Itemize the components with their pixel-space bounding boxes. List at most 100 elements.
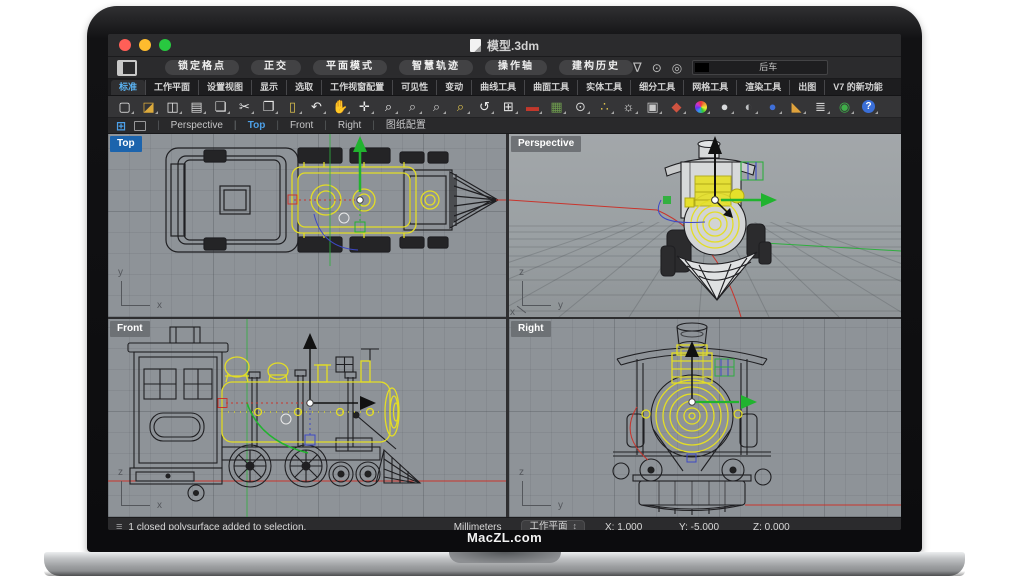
undo-view-change-icon[interactable]: ↺ [473, 98, 496, 116]
open-file-icon[interactable]: ◪ [137, 98, 160, 116]
zoom-selected-icon[interactable]: ⌕ [401, 98, 424, 116]
rendered-viewport-icon[interactable]: ● [761, 98, 784, 116]
orient-icon[interactable]: ∴ [593, 98, 616, 116]
tab-render-tools[interactable]: 渲染工具 [736, 80, 789, 95]
viewport-tab-right[interactable]: Right [313, 121, 361, 131]
viewport-tab-layout[interactable]: 图纸配置 [361, 121, 426, 131]
four-viewport-layout-icon[interactable]: ⊞ [116, 120, 126, 132]
gumball [218, 333, 376, 453]
help-icon[interactable]: ? [857, 98, 880, 116]
tab-viewport-layout[interactable]: 工作视窗配置 [321, 80, 392, 95]
toggle-grid-snap[interactable]: 锁定格点 [165, 60, 239, 75]
viewport-tab-perspective[interactable]: Perspective [146, 121, 223, 131]
save-icon[interactable]: ◫ [161, 98, 184, 116]
minimize-button[interactable] [139, 39, 151, 51]
zoom-button[interactable] [159, 39, 171, 51]
tab-set-view[interactable]: 设置视图 [198, 80, 251, 95]
axis-gizmo: z y x [522, 281, 551, 306]
lock-icon[interactable]: ▣ [641, 98, 664, 116]
background-map-icon[interactable]: ▦ [545, 98, 568, 116]
mode-bar: 锁定格点正交平面模式智慧轨迹操作轴建构历史 ∇ ⊙ ◎ 后车 [108, 57, 901, 79]
ghosted-viewport-icon[interactable]: ◐ [737, 98, 760, 116]
units-label[interactable]: Millimeters [454, 522, 502, 531]
viewport-tab-top[interactable]: Top [223, 121, 265, 131]
tab-drafting[interactable]: 出图 [789, 80, 824, 95]
new-file-icon[interactable]: ▢ [113, 98, 136, 116]
single-viewport-icon[interactable] [134, 121, 146, 131]
viewport-front[interactable]: Front [108, 319, 506, 517]
base-notch [449, 552, 561, 563]
shaded-viewport-icon[interactable]: ● [713, 98, 736, 116]
object-properties-icon[interactable]: ≣ [809, 98, 832, 116]
undo-icon[interactable]: ↶ [305, 98, 328, 116]
laptop-lid: 模型.3dm 锁定格点正交平面模式智慧轨迹操作轴建构历史 ∇ ⊙ ◎ 后车 标准… [87, 6, 922, 552]
record-history-icon[interactable]: ⊙ [652, 62, 662, 74]
viewport-right-badge[interactable]: Right [511, 321, 551, 337]
tab-mesh-tools[interactable]: 网格工具 [683, 80, 736, 95]
viewport-top-badge[interactable]: Top [110, 136, 142, 152]
axis-label-h: x [157, 301, 162, 311]
toggle-history[interactable]: 建构历史 [559, 60, 633, 75]
viewport-tab-front[interactable]: Front [265, 121, 313, 131]
tab-standard[interactable]: 标准 [111, 80, 145, 95]
pan-icon[interactable]: ✋ [329, 98, 352, 116]
tab-select[interactable]: 选取 [286, 80, 321, 95]
toggle-ortho[interactable]: 正交 [251, 60, 301, 75]
command-history-icon[interactable]: ≡ [116, 522, 122, 531]
toggle-planar[interactable]: 平面模式 [313, 60, 387, 75]
viewport-perspective-badge[interactable]: Perspective [511, 136, 581, 152]
tab-new-in-v7[interactable]: V7 的新功能 [824, 80, 891, 95]
viewport-right[interactable]: Right [509, 319, 901, 517]
viewport-top[interactable]: Top [108, 134, 506, 317]
close-button[interactable] [119, 39, 131, 51]
tab-visibility[interactable]: 可见性 [392, 80, 436, 95]
copy-icon[interactable]: ❐ [257, 98, 280, 116]
toggle-smart-track[interactable]: 智慧轨迹 [399, 60, 473, 75]
paste-icon[interactable]: ▯ [281, 98, 304, 116]
light-icon[interactable]: ☼ [617, 98, 640, 116]
field-color-swatch [695, 63, 709, 72]
tab-subd-tools[interactable]: 细分工具 [630, 80, 683, 95]
toggle-gumball[interactable]: 操作轴 [485, 60, 547, 75]
axis-gizmo: z x [121, 481, 150, 506]
named-view-icon[interactable]: ▬ [521, 98, 544, 116]
zoom-dynamic-icon[interactable]: ⌕ [377, 98, 400, 116]
left-panel-toggle-icon[interactable] [117, 60, 137, 76]
globe-icon[interactable]: ◉ [833, 98, 856, 116]
tab-display[interactable]: 显示 [251, 80, 286, 95]
axis-label-v: z [519, 268, 524, 278]
laptop-base [44, 552, 965, 576]
coord-z: Z: 0.000 [753, 522, 807, 531]
zoom-window-icon[interactable]: ⌕ [425, 98, 448, 116]
tab-curve-tools[interactable]: 曲线工具 [471, 80, 524, 95]
spotlight-icon[interactable]: ◣ [785, 98, 808, 116]
command-field-value: 后车 [709, 63, 827, 72]
locomotive-top-wireframe [166, 148, 498, 252]
tool-tab-bar: 标准工作平面设置视图显示选取工作视窗配置可见性变动曲线工具曲面工具实体工具细分工… [108, 79, 901, 96]
viewport-tab-bar: ⊞ PerspectiveTopFrontRight图纸配置 [108, 118, 901, 134]
viewport-front-badge[interactable]: Front [110, 321, 150, 337]
axis-gizmo: z y [522, 481, 551, 506]
target-icon[interactable]: ◎ [672, 62, 682, 74]
tab-cplanes[interactable]: 工作平面 [145, 80, 198, 95]
export-icon[interactable]: ❏ [209, 98, 232, 116]
tab-surface-tools[interactable]: 曲面工具 [524, 80, 577, 95]
zoom-extents-icon[interactable]: ⌕ [449, 98, 472, 116]
axis-label-h: x [157, 501, 162, 511]
layer-icon[interactable]: ◆ [665, 98, 688, 116]
viewport-perspective[interactable]: Perspective [509, 134, 901, 317]
axis-label-d: x [510, 308, 515, 317]
filter-icon[interactable]: ∇ [633, 61, 642, 74]
tab-transform[interactable]: 变动 [436, 80, 471, 95]
viewport-layout-icon[interactable]: ⊞ [497, 98, 520, 116]
traffic-lights [119, 39, 171, 51]
rotate-view-icon[interactable]: ✛ [353, 98, 376, 116]
command-field[interactable]: 后车 [692, 60, 828, 75]
cut-icon[interactable]: ✂ [233, 98, 256, 116]
cplane-selector[interactable]: 工作平面 ↕ [521, 520, 585, 530]
named-position-icon[interactable]: ⊙ [569, 98, 592, 116]
print-icon[interactable]: ▤ [185, 98, 208, 116]
tab-solid-tools[interactable]: 实体工具 [577, 80, 630, 95]
color-wheel-icon[interactable] [689, 98, 712, 116]
axis-label-h: y [558, 501, 563, 511]
